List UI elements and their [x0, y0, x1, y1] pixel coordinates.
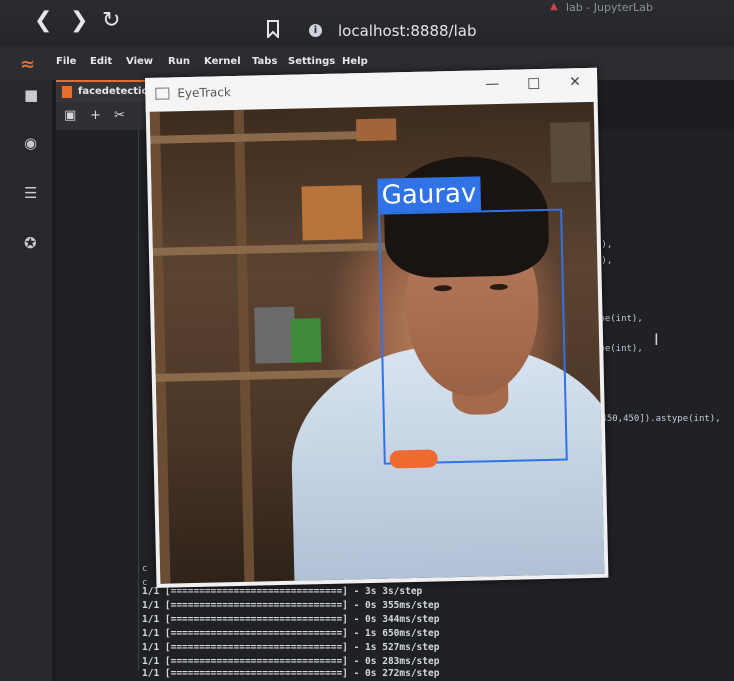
notebook-tab[interactable]: facedetection	[56, 80, 156, 104]
menu-edit[interactable]: Edit	[90, 56, 112, 67]
forward-arrow-icon[interactable]: ❯	[70, 8, 88, 33]
menu-view[interactable]: View	[126, 56, 153, 67]
jupyter-logo-icon: ≈	[20, 54, 36, 75]
back-arrow-icon[interactable]: ❮	[34, 8, 52, 33]
menu-run[interactable]: Run	[168, 56, 190, 67]
save-icon[interactable]: ▣	[64, 108, 76, 123]
notebook-tab-label: facedetection	[78, 86, 156, 97]
shelf-bottle	[290, 318, 322, 363]
menu-tabs[interactable]: Tabs	[252, 56, 277, 67]
face-bounding-box	[378, 208, 568, 465]
shelf-box	[301, 185, 363, 241]
detection-name-label: Gaurav	[377, 176, 481, 213]
menu-file[interactable]: File	[56, 56, 76, 67]
progress-output-line: 1/1 [==============================] - 0…	[142, 600, 440, 611]
maximize-icon[interactable]: □	[527, 75, 541, 91]
browser-toolbar: ❮ ❯ ↻ i localhost:8888/lab ▲ lab - Jupyt…	[0, 0, 734, 46]
tab-favicon-icon: ▲	[550, 1, 558, 12]
browser-tab-title[interactable]: lab - JupyterLab	[566, 1, 653, 14]
progress-output-line: 1/1 [==============================] - 1…	[142, 642, 440, 653]
output-prompt: c	[142, 564, 148, 574]
progress-output-line: 1/1 [==============================] - 3…	[142, 586, 423, 597]
shelf-post	[233, 109, 255, 582]
shelf-box	[550, 121, 592, 183]
add-cell-icon[interactable]: +	[90, 108, 101, 123]
reload-icon[interactable]: ↻	[102, 8, 120, 33]
running-kernels-icon[interactable]: ◉	[24, 134, 37, 152]
window-title: EyeTrack	[177, 85, 231, 101]
progress-output-line: 1/1 [==============================] - 0…	[142, 614, 440, 625]
notebook-toolbar: ▣ + ✂	[56, 102, 156, 130]
notebook-file-icon	[62, 86, 72, 98]
folder-icon[interactable]: ■	[24, 86, 38, 104]
table-of-contents-icon[interactable]: ☰	[24, 184, 37, 202]
close-icon[interactable]: ✕	[569, 74, 581, 90]
code-line[interactable]: [450,450]).astype(int),	[596, 414, 721, 424]
menu-kernel[interactable]: Kernel	[204, 56, 241, 67]
left-sidebar: ■ ◉ ☰ ✪	[0, 80, 52, 681]
bookmark-icon[interactable]	[266, 20, 280, 38]
address-bar-url[interactable]: localhost:8888/lab	[338, 22, 477, 40]
text-cursor-icon: I	[654, 330, 659, 349]
webcam-feed: Gaurav	[149, 101, 605, 584]
detection-marker	[389, 449, 438, 469]
menu-settings[interactable]: Settings	[288, 56, 335, 67]
progress-output-line: 1/1 [==============================] - 1…	[142, 628, 440, 639]
eyetrack-window[interactable]: EyeTrack — □ ✕ Gaurav	[145, 67, 609, 588]
shelf	[150, 130, 391, 144]
extensions-icon[interactable]: ✪	[24, 234, 37, 252]
site-info-icon[interactable]: i	[309, 24, 322, 37]
shelf-box	[355, 118, 397, 142]
shelf-jar	[254, 306, 296, 364]
cut-icon[interactable]: ✂	[114, 108, 125, 123]
minimize-icon[interactable]: —	[485, 76, 499, 92]
menu-help[interactable]: Help	[342, 56, 368, 67]
cell-gutter	[138, 130, 139, 670]
window-app-icon	[155, 87, 170, 100]
progress-output-line: 1/1 [==============================] - 0…	[142, 656, 440, 667]
progress-output-line: 1/1 [==============================] - 0…	[142, 668, 440, 679]
shelf	[152, 242, 393, 256]
